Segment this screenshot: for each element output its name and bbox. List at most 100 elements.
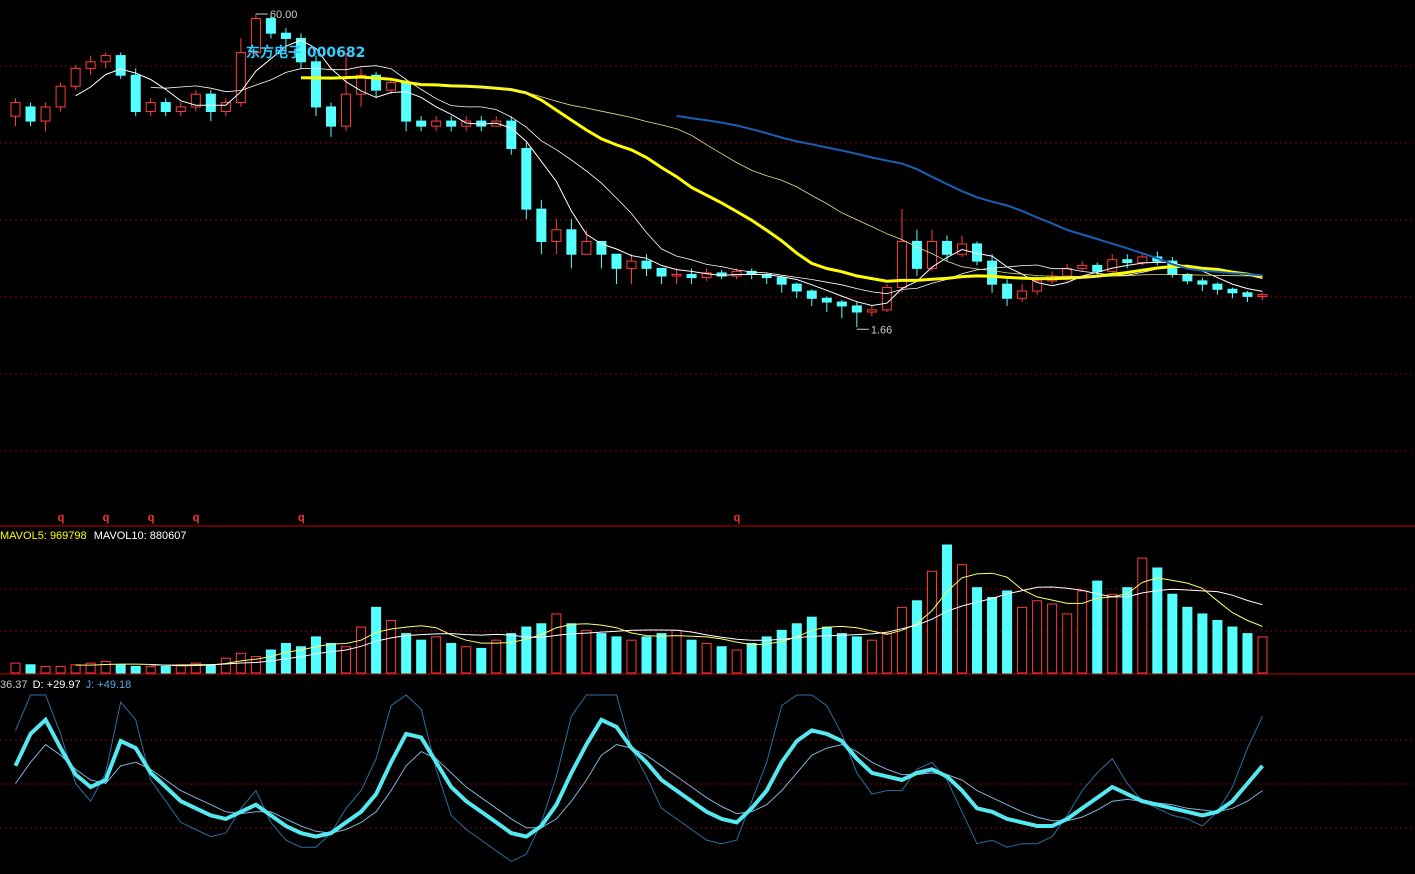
candle-body <box>326 106 337 127</box>
candle-body <box>130 74 141 112</box>
candle-body <box>836 301 847 307</box>
volume-bar <box>1107 593 1118 674</box>
j-value: +49.18 <box>97 679 132 691</box>
candle-body <box>1197 280 1208 285</box>
stock-code: 000682 <box>306 45 366 61</box>
volume-bar <box>626 639 637 674</box>
candle-body <box>1122 259 1133 264</box>
candle-body <box>386 81 397 91</box>
volume-bar <box>521 626 532 674</box>
candle-body <box>626 260 637 269</box>
volume-bar <box>566 623 577 674</box>
candle-body <box>70 67 81 87</box>
volume-bar <box>671 629 682 674</box>
volume-bar <box>476 647 487 674</box>
candle-body <box>581 240 592 255</box>
volume-bar <box>641 636 652 674</box>
candle-body <box>641 260 652 269</box>
volume-bar <box>1242 633 1253 674</box>
signal-marker: q <box>734 512 741 524</box>
candle-body <box>851 305 862 313</box>
candle-body <box>656 267 667 277</box>
candle-body <box>671 273 682 277</box>
volume-bar <box>416 639 427 674</box>
volume-bar <box>205 664 216 674</box>
candle-body <box>220 102 231 112</box>
volume-bar <box>401 633 412 674</box>
candle-body <box>115 55 126 76</box>
volume-bar <box>1197 613 1208 674</box>
candle-body <box>1257 294 1268 297</box>
volume-bar <box>776 629 787 674</box>
candle-body <box>55 85 66 108</box>
candle-body <box>731 270 742 277</box>
volume-bar <box>851 636 862 674</box>
volume-bar <box>1257 636 1268 674</box>
candle-body <box>100 55 111 63</box>
chart-canvas[interactable]: 60.00 1.66 q q q q q q <box>0 0 1415 874</box>
volume-bar <box>431 636 442 674</box>
candle-body <box>791 283 802 292</box>
candle-body <box>1077 264 1088 269</box>
d-value: +29.97 <box>46 679 81 691</box>
volume-bar <box>446 642 457 674</box>
signal-marker: q <box>148 512 155 524</box>
candle-body <box>446 120 457 127</box>
candle-body <box>1002 283 1013 299</box>
volume-bar <box>686 639 697 674</box>
volume-bar <box>25 664 36 674</box>
volume-bar <box>70 664 81 674</box>
volume-bar <box>716 646 727 674</box>
candle-body <box>881 287 892 311</box>
volume-bar <box>220 657 231 674</box>
volume-bar <box>731 649 742 674</box>
mavol5-value: 969798 <box>49 530 87 542</box>
volume-bar <box>40 665 51 674</box>
volume-bar <box>145 665 156 674</box>
candle-body <box>431 120 442 127</box>
volume-bar <box>1227 626 1238 674</box>
mavol10-label: MAVOL10: <box>93 530 147 542</box>
volume-bar <box>611 636 622 674</box>
candle-body <box>566 229 577 255</box>
volume-bar <box>160 665 171 674</box>
candle-body <box>987 260 998 285</box>
volume-bar <box>55 665 66 674</box>
volume-bar <box>1047 603 1058 674</box>
candle-body <box>1092 264 1103 272</box>
volume-bar <box>536 623 547 674</box>
high-price-label: 60.00 <box>270 9 298 21</box>
volume-bar <box>1002 590 1013 674</box>
volume-bar <box>1017 606 1028 674</box>
candle-body <box>10 102 21 117</box>
mavol10-value: 880607 <box>149 530 187 542</box>
candle-body <box>280 32 291 39</box>
candle-body <box>611 253 622 269</box>
volume-bar <box>821 626 832 674</box>
volume-bar <box>1167 593 1178 674</box>
volume-bar <box>806 616 817 674</box>
volume-bar <box>866 639 877 674</box>
volume-bar <box>461 646 472 674</box>
candle-body <box>941 240 952 255</box>
candle-body <box>1212 283 1223 290</box>
volume-bar <box>836 633 847 674</box>
volume-bar <box>761 636 772 674</box>
volume-bar <box>551 613 562 674</box>
candle-body <box>1137 256 1148 264</box>
j-label: J: <box>85 679 95 691</box>
stock-title: 东方电子 000682 <box>246 42 365 62</box>
volume-bar <box>326 642 337 674</box>
candle-body <box>1227 288 1238 294</box>
signal-marker: q <box>58 512 65 524</box>
k-value: 36.37 <box>0 679 28 691</box>
volume-bar <box>506 633 517 674</box>
candle-body <box>85 61 96 69</box>
signal-marker: q <box>193 512 200 524</box>
signal-marker: q <box>298 512 305 524</box>
volume-bar <box>1062 613 1073 674</box>
candle-body <box>416 120 427 127</box>
signal-marker: q <box>103 512 110 524</box>
mavol5-label: MAVOL5: <box>0 530 47 542</box>
volume-bar <box>356 626 367 674</box>
